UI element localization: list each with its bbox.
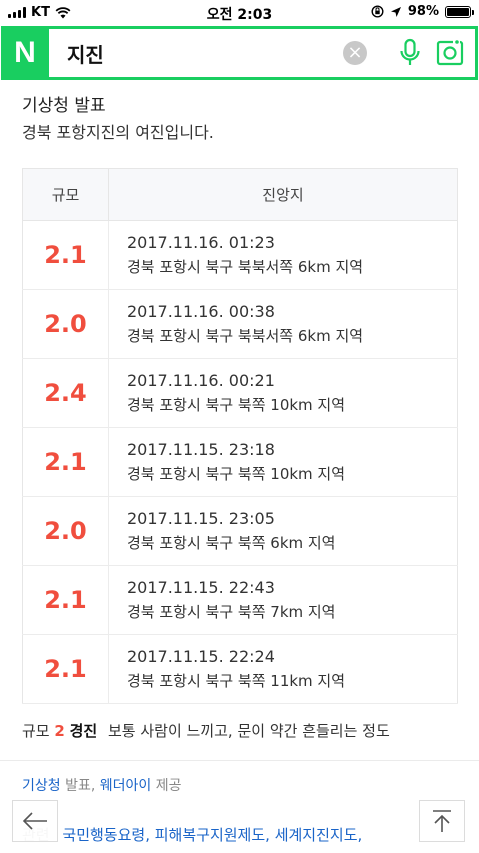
quake-location: 경북 포항시 북구 북쪽 10km 지역 — [127, 465, 346, 483]
announcement-title: 기상청 발표 — [22, 96, 106, 116]
scroll-top-button[interactable] — [419, 800, 465, 842]
table-row: 2.1 2017.11.16. 01:23 경북 포항시 북구 북북서쪽 6km 지… — [22, 220, 458, 290]
table-row: 2.0 2017.11.15. 23:05 경북 포항시 북구 북쪽 6km 지역 — [22, 496, 458, 566]
result-header: 기상청 발표 경북 포항지진의 여진입니다. — [22, 92, 458, 146]
battery-icon — [445, 5, 474, 18]
announcement-subtitle: 경북 포항지진의 여진입니다. — [22, 123, 214, 142]
epicenter-cell: 2017.11.15. 22:43 경북 포항시 북구 북쪽 7km 지역 — [108, 565, 458, 635]
quake-time: 2017.11.15. 22:24 — [127, 647, 275, 666]
column-header-epicenter: 진앙지 — [108, 168, 458, 221]
quake-time: 2017.11.16. 00:21 — [127, 371, 275, 390]
epicenter-cell: 2017.11.15. 22:24 경북 포항시 북구 북쪽 11km 지역 — [108, 634, 458, 704]
epicenter-cell: 2017.11.15. 23:05 경북 포항시 북구 북쪽 6km 지역 — [108, 496, 458, 566]
rotation-lock-icon — [371, 5, 384, 18]
scale-description: 보통 사람이 느끼고, 문이 약간 흔들리는 정도 — [108, 722, 390, 740]
scale-number: 2 — [54, 722, 65, 740]
table-header-row: 규모 진앙지 — [22, 168, 458, 221]
status-right: 98% — [371, 4, 474, 19]
related-link-guidelines[interactable]: 국민행동요령, — [62, 826, 150, 844]
quake-location: 경북 포항시 북구 북북서쪽 6km 지역 — [127, 258, 364, 276]
magnitude-value: 2.1 — [22, 220, 109, 290]
quake-time: 2017.11.15. 23:05 — [127, 509, 275, 528]
divider — [0, 760, 479, 761]
quake-time: 2017.11.15. 22:43 — [127, 578, 275, 597]
magnitude-value: 2.1 — [22, 565, 109, 635]
search-bar: N 지진 × — [1, 26, 478, 80]
quake-location: 경북 포항시 북구 북북서쪽 6km 지역 — [127, 327, 364, 345]
quake-location: 경북 포항시 북구 북쪽 7km 지역 — [127, 603, 336, 621]
magnitude-value: 2.1 — [22, 427, 109, 497]
status-bar: KT 오전 2:03 98% — [0, 0, 479, 26]
back-button[interactable] — [12, 800, 58, 842]
table-row: 2.1 2017.11.15. 23:18 경북 포항시 북구 북쪽 10km 지역 — [22, 427, 458, 497]
magnitude-value: 2.4 — [22, 358, 109, 428]
battery-fill — [447, 7, 469, 16]
quake-location: 경북 포항시 북구 북쪽 11km 지역 — [127, 672, 346, 690]
table-row: 2.1 2017.11.15. 22:24 경북 포항시 북구 북쪽 11km 지역 — [22, 634, 458, 704]
search-input[interactable]: 지진 — [67, 39, 343, 68]
quake-time: 2017.11.16. 00:38 — [127, 302, 275, 321]
epicenter-cell: 2017.11.16. 01:23 경북 포항시 북구 북북서쪽 6km 지역 — [108, 220, 458, 290]
quake-time: 2017.11.15. 23:18 — [127, 440, 275, 459]
lens-icon[interactable] — [435, 38, 465, 68]
source-agency-suffix: 발표, — [65, 778, 96, 794]
location-arrow-icon — [390, 6, 401, 17]
scale-prefix: 규모 — [22, 722, 50, 740]
earthquake-table: 규모 진앙지 2.1 2017.11.16. 01:23 경북 포항시 북구 북북서… — [22, 168, 458, 704]
clear-icon[interactable]: × — [343, 41, 367, 65]
magnitude-value: 2.0 — [22, 289, 109, 359]
magnitude-value: 2.0 — [22, 496, 109, 566]
naver-logo[interactable]: N — [1, 29, 49, 77]
arrow-left-icon — [22, 812, 47, 830]
source-provider-suffix: 제공 — [155, 778, 182, 794]
source-provider-link[interactable]: 웨더아이 — [100, 778, 152, 794]
related-link-world-map[interactable]: 세계지진지도, — [275, 826, 363, 844]
scale-level: 경진 — [69, 722, 98, 740]
source-credit: 기상청 발표, 웨더아이 제공 — [22, 775, 182, 795]
arrow-up-to-top-icon — [433, 810, 451, 832]
column-header-magnitude: 규모 — [22, 168, 109, 221]
quake-time: 2017.11.16. 01:23 — [127, 233, 275, 252]
related-links: 관련 국민행동요령, 피해복구지원제도, 세계지진지도, — [22, 824, 362, 845]
scale-note: 규모 2 경진 보통 사람이 느끼고, 문이 약간 흔들리는 정도 — [22, 720, 390, 741]
epicenter-cell: 2017.11.16. 00:21 경북 포항시 북구 북쪽 10km 지역 — [108, 358, 458, 428]
quake-location: 경북 포항시 북구 북쪽 10km 지역 — [127, 396, 346, 414]
related-link-recovery[interactable]: 피해복구지원제도, — [155, 826, 270, 844]
epicenter-cell: 2017.11.16. 00:38 경북 포항시 북구 북북서쪽 6km 지역 — [108, 289, 458, 359]
table-row: 2.0 2017.11.16. 00:38 경북 포항시 북구 북북서쪽 6km 지… — [22, 289, 458, 359]
epicenter-cell: 2017.11.15. 23:18 경북 포항시 북구 북쪽 10km 지역 — [108, 427, 458, 497]
mic-icon[interactable] — [395, 38, 425, 68]
source-agency-link[interactable]: 기상청 — [22, 778, 61, 794]
table-row: 2.1 2017.11.15. 22:43 경북 포항시 북구 북쪽 7km 지역 — [22, 565, 458, 635]
table-body: 2.1 2017.11.16. 01:23 경북 포항시 북구 북북서쪽 6km 지… — [22, 220, 458, 704]
table-row: 2.4 2017.11.16. 00:21 경북 포항시 북구 북쪽 10km 지역 — [22, 358, 458, 428]
magnitude-value: 2.1 — [22, 634, 109, 704]
battery-percent: 98% — [407, 4, 439, 19]
quake-location: 경북 포항시 북구 북쪽 6km 지역 — [127, 534, 336, 552]
